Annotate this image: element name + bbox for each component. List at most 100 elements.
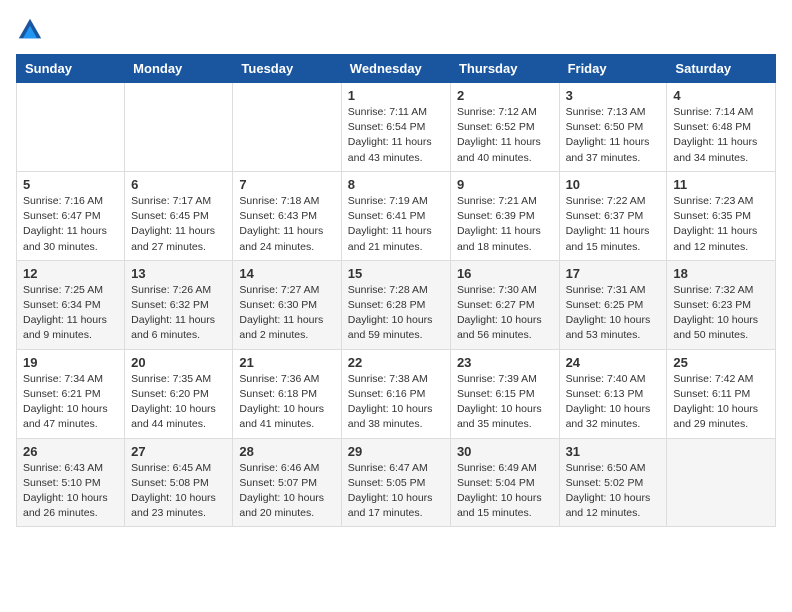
day-info: Sunrise: 7:40 AM Sunset: 6:13 PM Dayligh… [566, 372, 661, 433]
day-number: 13 [131, 266, 226, 281]
day-info: Sunrise: 7:28 AM Sunset: 6:28 PM Dayligh… [348, 283, 444, 344]
calendar-cell: 4Sunrise: 7:14 AM Sunset: 6:48 PM Daylig… [667, 83, 776, 172]
day-number: 2 [457, 88, 553, 103]
day-info: Sunrise: 7:30 AM Sunset: 6:27 PM Dayligh… [457, 283, 553, 344]
calendar-cell: 17 Sunrise: 7:31 AM Sunset: 6:25 PM Dayli… [559, 260, 667, 349]
calendar-table: SundayMondayTuesdayWednesdayThursdayFrid… [16, 54, 776, 527]
day-number: 16 [457, 266, 553, 281]
day-number: 27 [131, 444, 226, 459]
logo [16, 16, 48, 44]
day-info: Sunrise: 6:49 AM Sunset: 5:04 PM Dayligh… [457, 461, 553, 522]
day-number: 19 [23, 355, 118, 370]
day-info: Sunrise: 7:27 AM Sunset: 6:30 PM Dayligh… [239, 283, 334, 344]
day-info: Sunrise: 7:17 AM Sunset: 6:45 PM Dayligh… [131, 194, 226, 255]
day-info: Sunrise: 6:43 AM Sunset: 5:10 PM Dayligh… [23, 461, 118, 522]
day-info: Sunrise: 6:45 AM Sunset: 5:08 PM Dayligh… [131, 461, 226, 522]
day-info: Sunrise: 7:21 AM Sunset: 6:39 PM Dayligh… [457, 194, 553, 255]
calendar-cell: 29 Sunrise: 6:47 AM Sunset: 5:05 PM Dayli… [341, 438, 450, 527]
calendar-cell [17, 83, 125, 172]
day-number: 11 [673, 177, 769, 192]
calendar-cell [125, 83, 233, 172]
day-info: Sunrise: 7:36 AM Sunset: 6:18 PM Dayligh… [239, 372, 334, 433]
day-number: 26 [23, 444, 118, 459]
day-info: Sunrise: 7:42 AM Sunset: 6:11 PM Dayligh… [673, 372, 769, 433]
day-info: Sunrise: 7:26 AM Sunset: 6:32 PM Dayligh… [131, 283, 226, 344]
day-number: 9 [457, 177, 553, 192]
page-header [16, 16, 776, 44]
day-number: 17 [566, 266, 661, 281]
day-info: Sunrise: 6:50 AM Sunset: 5:02 PM Dayligh… [566, 461, 661, 522]
day-info: Sunrise: 7:23 AM Sunset: 6:35 PM Dayligh… [673, 194, 769, 255]
calendar-cell: 9 Sunrise: 7:21 AM Sunset: 6:39 PM Daylig… [450, 171, 559, 260]
calendar-cell: 3 Sunrise: 7:13 AM Sunset: 6:50 PM Daylig… [559, 83, 667, 172]
calendar-week-row: 12Sunrise: 7:25 AM Sunset: 6:34 PM Dayli… [17, 260, 776, 349]
day-number: 23 [457, 355, 553, 370]
calendar-week-row: 1 Sunrise: 7:11 AM Sunset: 6:54 PM Daylig… [17, 83, 776, 172]
day-info: Sunrise: 7:11 AM Sunset: 6:54 PM Dayligh… [348, 105, 444, 166]
day-number: 1 [348, 88, 444, 103]
calendar-cell: 7Sunrise: 7:18 AM Sunset: 6:43 PM Daylig… [233, 171, 341, 260]
day-number: 5 [23, 177, 118, 192]
calendar-cell: 19 Sunrise: 7:34 AM Sunset: 6:21 PM Dayli… [17, 349, 125, 438]
day-number: 12 [23, 266, 118, 281]
calendar-cell: 13 Sunrise: 7:26 AM Sunset: 6:32 PM Dayli… [125, 260, 233, 349]
day-info: Sunrise: 7:38 AM Sunset: 6:16 PM Dayligh… [348, 372, 444, 433]
calendar-header-row: SundayMondayTuesdayWednesdayThursdayFrid… [17, 55, 776, 83]
day-number: 21 [239, 355, 334, 370]
calendar-cell: 16 Sunrise: 7:30 AM Sunset: 6:27 PM Dayli… [450, 260, 559, 349]
calendar-cell: 5 Sunrise: 7:16 AM Sunset: 6:47 PM Daylig… [17, 171, 125, 260]
day-info: Sunrise: 6:47 AM Sunset: 5:05 PM Dayligh… [348, 461, 444, 522]
calendar-cell [667, 438, 776, 527]
day-number: 22 [348, 355, 444, 370]
day-info: Sunrise: 7:12 AM Sunset: 6:52 PM Dayligh… [457, 105, 553, 166]
calendar-cell: 21 Sunrise: 7:36 AM Sunset: 6:18 PM Dayli… [233, 349, 341, 438]
calendar-cell: 20Sunrise: 7:35 AM Sunset: 6:20 PM Dayli… [125, 349, 233, 438]
calendar-cell: 2 Sunrise: 7:12 AM Sunset: 6:52 PM Daylig… [450, 83, 559, 172]
day-number: 30 [457, 444, 553, 459]
calendar-cell: 25 Sunrise: 7:42 AM Sunset: 6:11 PM Dayli… [667, 349, 776, 438]
calendar-cell: 26 Sunrise: 6:43 AM Sunset: 5:10 PM Dayli… [17, 438, 125, 527]
day-number: 6 [131, 177, 226, 192]
day-info: Sunrise: 7:34 AM Sunset: 6:21 PM Dayligh… [23, 372, 118, 433]
weekday-header: Friday [559, 55, 667, 83]
day-number: 29 [348, 444, 444, 459]
calendar-cell: 15 Sunrise: 7:28 AM Sunset: 6:28 PM Dayli… [341, 260, 450, 349]
day-number: 28 [239, 444, 334, 459]
day-number: 15 [348, 266, 444, 281]
day-info: Sunrise: 7:32 AM Sunset: 6:23 PM Dayligh… [673, 283, 769, 344]
calendar-cell: 18 Sunrise: 7:32 AM Sunset: 6:23 PM Dayli… [667, 260, 776, 349]
day-info: Sunrise: 7:16 AM Sunset: 6:47 PM Dayligh… [23, 194, 118, 255]
weekday-header: Tuesday [233, 55, 341, 83]
day-number: 25 [673, 355, 769, 370]
day-number: 10 [566, 177, 661, 192]
weekday-header: Monday [125, 55, 233, 83]
day-number: 3 [566, 88, 661, 103]
day-number: 4 [673, 88, 769, 103]
weekday-header: Sunday [17, 55, 125, 83]
day-number: 7 [239, 177, 334, 192]
day-info: Sunrise: 7:39 AM Sunset: 6:15 PM Dayligh… [457, 372, 553, 433]
day-info: Sunrise: 7:22 AM Sunset: 6:37 PM Dayligh… [566, 194, 661, 255]
calendar-cell: 27 Sunrise: 6:45 AM Sunset: 5:08 PM Dayli… [125, 438, 233, 527]
weekday-header: Wednesday [341, 55, 450, 83]
calendar-week-row: 19 Sunrise: 7:34 AM Sunset: 6:21 PM Dayli… [17, 349, 776, 438]
calendar-cell: 30 Sunrise: 6:49 AM Sunset: 5:04 PM Dayli… [450, 438, 559, 527]
weekday-header: Thursday [450, 55, 559, 83]
calendar-week-row: 5 Sunrise: 7:16 AM Sunset: 6:47 PM Daylig… [17, 171, 776, 260]
calendar-cell: 22 Sunrise: 7:38 AM Sunset: 6:16 PM Dayli… [341, 349, 450, 438]
calendar-cell: 6 Sunrise: 7:17 AM Sunset: 6:45 PM Daylig… [125, 171, 233, 260]
day-info: Sunrise: 7:35 AM Sunset: 6:20 PM Dayligh… [131, 372, 226, 433]
day-number: 24 [566, 355, 661, 370]
calendar-cell: 1 Sunrise: 7:11 AM Sunset: 6:54 PM Daylig… [341, 83, 450, 172]
calendar-cell: 11 Sunrise: 7:23 AM Sunset: 6:35 PM Dayli… [667, 171, 776, 260]
day-info: Sunrise: 6:46 AM Sunset: 5:07 PM Dayligh… [239, 461, 334, 522]
weekday-header: Saturday [667, 55, 776, 83]
logo-icon [16, 16, 44, 44]
day-number: 18 [673, 266, 769, 281]
calendar-cell: 28 Sunrise: 6:46 AM Sunset: 5:07 PM Dayli… [233, 438, 341, 527]
day-info: Sunrise: 7:31 AM Sunset: 6:25 PM Dayligh… [566, 283, 661, 344]
day-info: Sunrise: 7:13 AM Sunset: 6:50 PM Dayligh… [566, 105, 661, 166]
day-number: 14 [239, 266, 334, 281]
calendar-week-row: 26 Sunrise: 6:43 AM Sunset: 5:10 PM Dayli… [17, 438, 776, 527]
day-info: Sunrise: 7:19 AM Sunset: 6:41 PM Dayligh… [348, 194, 444, 255]
